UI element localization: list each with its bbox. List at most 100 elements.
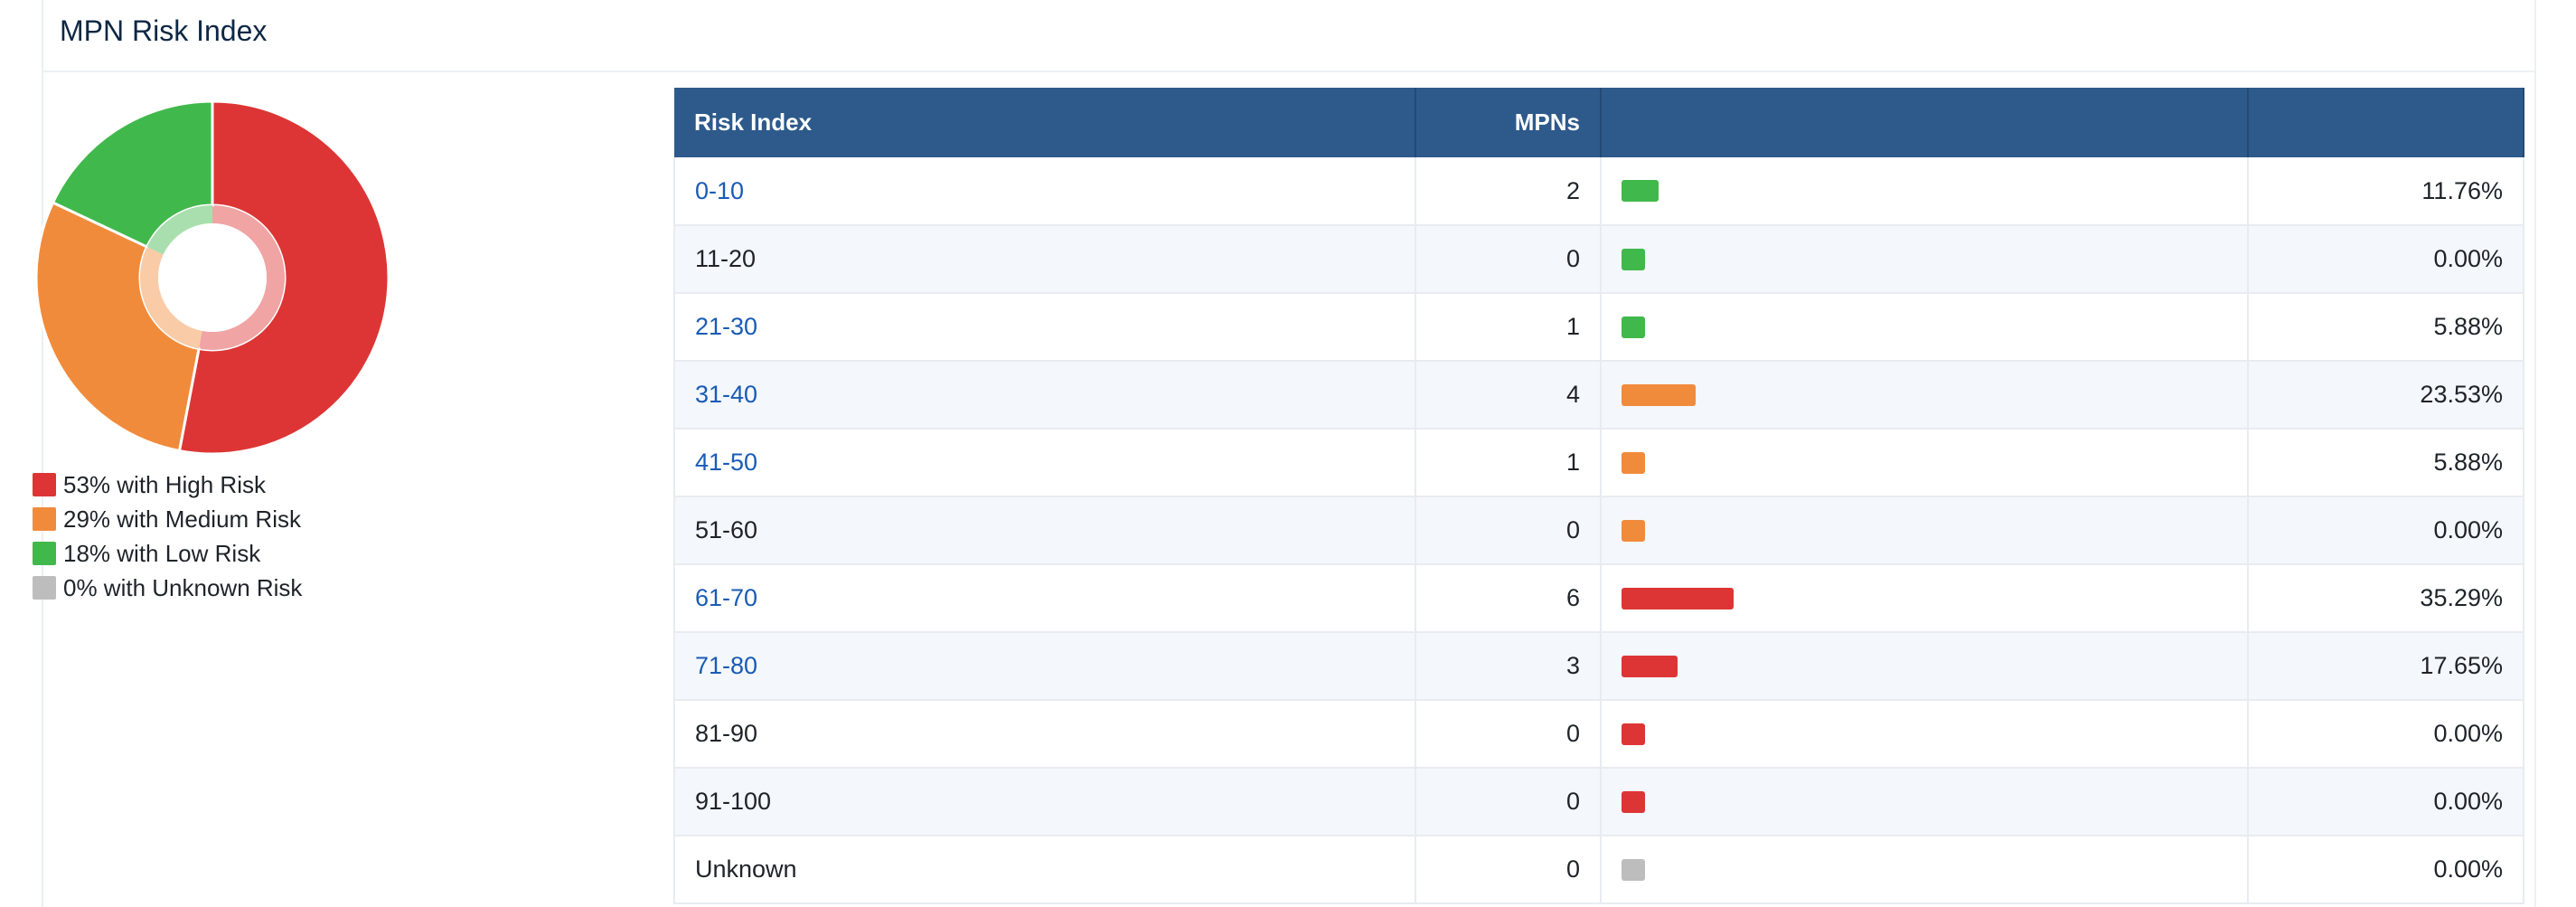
risk-range-cell: 0-10 (673, 157, 1416, 226)
legend-item: 29% with Medium Risk (33, 502, 302, 536)
percent-cell: 5.88% (2248, 429, 2524, 497)
risk-donut-chart (32, 97, 393, 458)
table-header-row: Risk Index MPNs (674, 88, 2524, 157)
legend-swatch (33, 507, 56, 531)
bar-cell (1601, 225, 2249, 294)
bar-cell (1601, 700, 2249, 769)
legend-label: 29% with Medium Risk (63, 505, 301, 533)
risk-range-link[interactable]: 41-50 (695, 449, 757, 476)
percent-bar (1622, 655, 1678, 677)
legend-item: 18% with Low Risk (33, 536, 302, 571)
table-row: 61-70 6 35.29% (673, 564, 2524, 633)
mpn-count-cell: 2 (1415, 157, 1602, 226)
mpn-count-cell: 3 (1415, 632, 1602, 701)
panel-title: MPN Risk Index (60, 14, 268, 47)
risk-range-label: Unknown (695, 855, 797, 883)
table-row: 11-20 0 0.00% (673, 225, 2524, 294)
bar-cell (1601, 564, 2249, 633)
risk-range-cell: 61-70 (673, 564, 1416, 633)
risk-range-label: 81-90 (695, 720, 758, 747)
percent-cell: 17.65% (2248, 632, 2524, 701)
risk-range-cell: 11-20 (673, 225, 1416, 294)
risk-range-cell: 81-90 (673, 700, 1416, 769)
table-row: 91-100 0 0.00% (673, 768, 2524, 836)
risk-range-cell: 51-60 (673, 496, 1416, 565)
column-header-bar (1601, 88, 2249, 157)
legend-item: 53% with High Risk (33, 468, 302, 502)
bar-cell (1601, 496, 2249, 565)
table-row: 41-50 1 5.88% (673, 429, 2524, 497)
table-row: 0-10 2 11.76% (673, 157, 2524, 226)
percent-cell: 35.29% (2248, 564, 2524, 633)
bar-cell (1601, 429, 2249, 497)
table-row: 81-90 0 0.00% (673, 700, 2524, 769)
risk-range-link[interactable]: 71-80 (695, 652, 757, 679)
legend-label: 0% with Unknown Risk (63, 573, 303, 601)
bar-cell (1601, 361, 2249, 430)
donut-hole (158, 223, 267, 332)
bar-cell (1601, 293, 2249, 362)
percent-cell: 0.00% (2248, 225, 2524, 294)
percent-cell: 0.00% (2248, 700, 2524, 769)
risk-range-label: 11-20 (695, 245, 757, 272)
bar-cell (1601, 157, 2249, 226)
risk-range-label: 91-100 (695, 788, 772, 815)
bar-cell (1601, 836, 2249, 904)
percent-bar (1622, 587, 1734, 609)
percent-cell: 0.00% (2248, 768, 2524, 836)
mpn-count-cell: 1 (1415, 429, 1602, 497)
risk-range-cell: 31-40 (673, 361, 1416, 430)
mpn-count-cell: 0 (1415, 496, 1602, 565)
risk-range-cell: 91-100 (673, 768, 1416, 836)
percent-cell: 0.00% (2248, 496, 2524, 565)
percent-bar (1622, 383, 1696, 406)
chart-legend: 53% with High Risk 29% with Medium Risk 18… (33, 468, 302, 605)
risk-index-table: Risk Index MPNs 0-10 2 11.76% 11-20 0 0.00% 21… (673, 88, 2524, 904)
legend-label: 53% with High Risk (63, 470, 266, 498)
percent-cell: 23.53% (2248, 361, 2524, 430)
bar-cell (1601, 768, 2249, 836)
mpn-count-cell: 0 (1415, 225, 1602, 294)
risk-range-cell: 71-80 (673, 632, 1416, 701)
column-header-mpns[interactable]: MPNs (1415, 88, 1602, 157)
legend-item: 0% with Unknown Risk (33, 571, 302, 605)
risk-range-cell: 21-30 (673, 293, 1416, 362)
legend-swatch (33, 473, 56, 496)
mpn-count-cell: 0 (1415, 700, 1602, 769)
percent-cell: 0.00% (2248, 836, 2524, 904)
legend-swatch (33, 542, 56, 565)
mpn-count-cell: 4 (1415, 361, 1602, 430)
risk-range-link[interactable]: 61-70 (695, 584, 757, 611)
percent-bar (1622, 248, 1645, 270)
risk-range-cell: Unknown (673, 836, 1416, 904)
percent-bar (1622, 451, 1645, 474)
percent-cell: 11.76% (2248, 157, 2524, 226)
column-header-risk-index[interactable]: Risk Index (674, 88, 1416, 157)
table-row: 51-60 0 0.00% (673, 496, 2524, 565)
mpn-count-cell: 0 (1415, 836, 1602, 904)
legend-label: 18% with Low Risk (63, 539, 261, 567)
table-row: 21-30 1 5.88% (673, 293, 2524, 362)
percent-bar (1622, 858, 1645, 881)
column-header-percent (2248, 88, 2524, 157)
percent-cell: 5.88% (2248, 293, 2524, 362)
percent-bar (1622, 790, 1645, 813)
mpn-count-cell: 6 (1415, 564, 1602, 633)
table-row: 31-40 4 23.53% (673, 361, 2524, 430)
risk-range-link[interactable]: 0-10 (695, 177, 744, 204)
risk-range-link[interactable]: 21-30 (695, 313, 757, 340)
risk-range-link[interactable]: 31-40 (695, 381, 757, 408)
risk-range-cell: 41-50 (673, 429, 1416, 497)
mpn-count-cell: 0 (1415, 768, 1602, 836)
bar-cell (1601, 632, 2249, 701)
percent-bar (1622, 519, 1645, 542)
percent-bar (1622, 180, 1659, 202)
legend-swatch (33, 576, 56, 600)
percent-bar (1622, 316, 1645, 338)
panel-header: MPN Risk Index (43, 0, 2534, 72)
table-row: 71-80 3 17.65% (673, 632, 2524, 701)
percent-bar (1622, 723, 1645, 745)
risk-range-label: 51-60 (695, 516, 758, 543)
table-row: Unknown 0 0.00% (673, 836, 2524, 904)
mpn-count-cell: 1 (1415, 293, 1602, 362)
